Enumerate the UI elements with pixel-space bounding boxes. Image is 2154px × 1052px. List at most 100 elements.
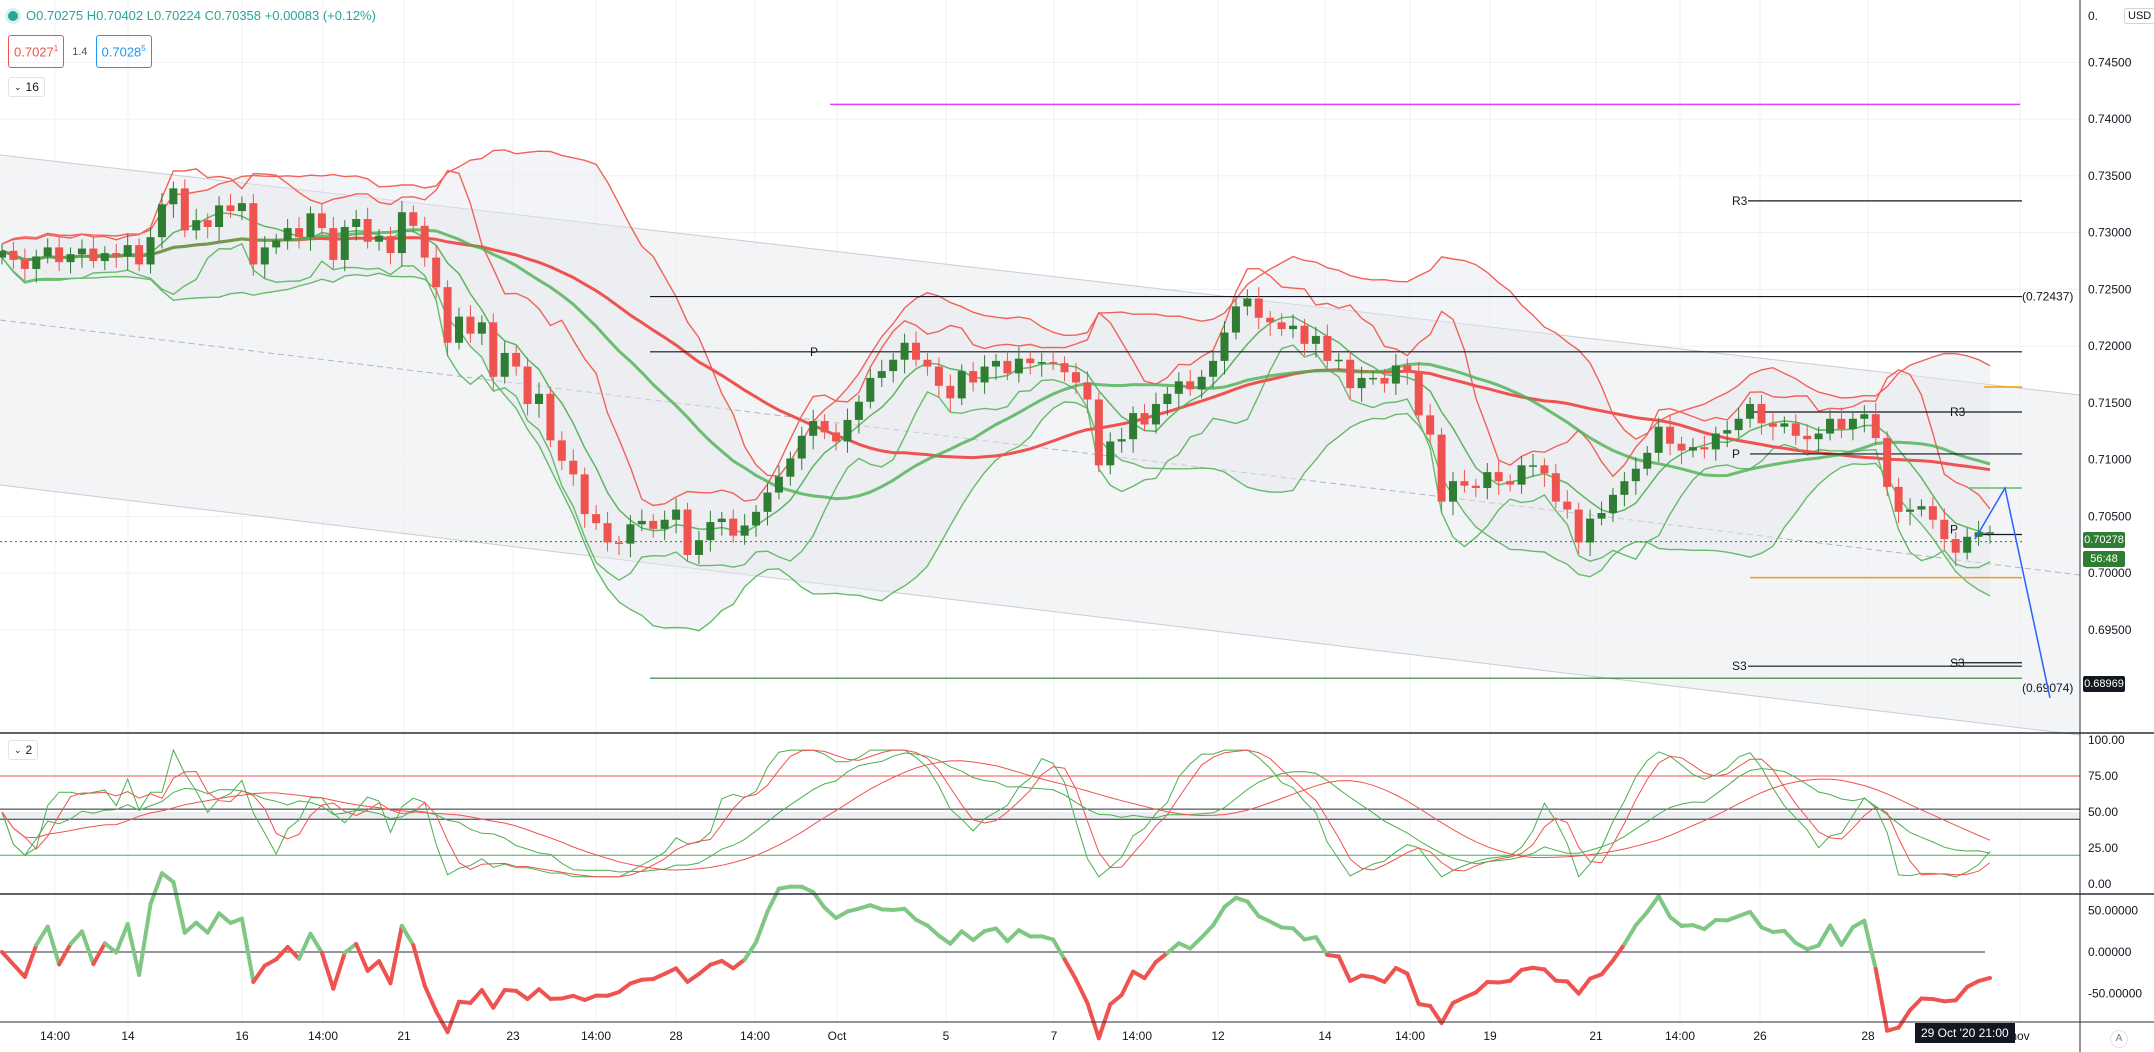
cci-segment bbox=[114, 922, 130, 955]
cci-segment bbox=[1656, 894, 1673, 920]
cci-segment bbox=[1428, 1004, 1444, 1025]
cci-segment bbox=[685, 971, 701, 984]
stoch-toggle-button[interactable]: ⌄ 2 bbox=[8, 740, 39, 760]
time-axis-label: 14:00 bbox=[581, 1029, 611, 1043]
cci-segment bbox=[479, 988, 496, 1010]
ask-pip: 5 bbox=[141, 44, 146, 53]
stochastic-pane bbox=[0, 748, 2080, 878]
cci-segment bbox=[1828, 923, 1844, 947]
candle bbox=[1094, 392, 1103, 473]
sell-button[interactable]: 0.70271 bbox=[8, 35, 65, 69]
candle-body bbox=[55, 247, 64, 263]
cci-segment bbox=[1508, 967, 1524, 983]
candle-body bbox=[455, 316, 464, 343]
spread-value: 1.4 bbox=[72, 45, 88, 58]
cci-segment bbox=[1222, 895, 1238, 909]
cci-segment bbox=[1142, 959, 1158, 981]
candle-body bbox=[1666, 426, 1675, 444]
cci-segment bbox=[1896, 1008, 1913, 1030]
candle-body bbox=[409, 212, 418, 226]
candle-body bbox=[1163, 393, 1172, 405]
candle-body bbox=[157, 204, 166, 238]
candle-body bbox=[637, 520, 646, 525]
price-axis-label: 0.70000 bbox=[2088, 566, 2132, 580]
cci-segment bbox=[1382, 965, 1398, 984]
candle-body bbox=[1563, 501, 1572, 510]
candle-body bbox=[1060, 363, 1069, 373]
time-axis-label: 14:00 bbox=[1395, 1029, 1425, 1043]
candle-body bbox=[820, 421, 829, 433]
auto-scale-button[interactable]: A bbox=[2110, 1030, 2128, 1048]
pivot-right-label: P bbox=[1950, 522, 1958, 536]
cci-segment bbox=[1211, 904, 1227, 928]
indicators-toggle-button[interactable]: ⌄ 16 bbox=[8, 77, 45, 97]
high-value: 0.70402 bbox=[96, 8, 144, 23]
candle-body bbox=[946, 385, 955, 399]
candle-body bbox=[523, 366, 532, 405]
candle-body bbox=[512, 352, 521, 367]
candle-body bbox=[1848, 418, 1857, 429]
change-value: +0.00083 (+0.12%) bbox=[264, 8, 376, 23]
chart-canvas[interactable]: R3(0.72437)P(0.69074)S3R3PS3P 0.745000.7… bbox=[0, 0, 2154, 1052]
cci-segment bbox=[217, 911, 233, 925]
time-axis-label: 14:00 bbox=[40, 1029, 70, 1043]
candle-body bbox=[1289, 325, 1298, 330]
candle-body bbox=[123, 245, 132, 257]
candle-body bbox=[1494, 472, 1503, 482]
candle-body bbox=[694, 540, 703, 555]
cci-segment bbox=[616, 981, 633, 995]
candle bbox=[1437, 427, 1446, 513]
candle-body bbox=[1917, 506, 1926, 510]
candle-body bbox=[1437, 434, 1446, 502]
candle-body bbox=[1037, 362, 1046, 364]
candle-body bbox=[1220, 332, 1229, 361]
pivot-early-label: P bbox=[810, 345, 818, 359]
time-axis-label: 12 bbox=[1211, 1029, 1225, 1043]
cci-segment bbox=[674, 966, 690, 984]
candle-body bbox=[1300, 325, 1309, 344]
candle-body bbox=[672, 509, 681, 520]
candle-body bbox=[1597, 512, 1606, 519]
candle-body bbox=[1654, 426, 1663, 453]
candle-body bbox=[340, 226, 349, 260]
cci-segment bbox=[719, 958, 736, 971]
open-label: O bbox=[26, 8, 37, 23]
candle-body bbox=[912, 342, 921, 360]
cci-segment bbox=[365, 959, 382, 973]
cci-segment bbox=[102, 941, 119, 955]
candle-body bbox=[832, 432, 841, 442]
currency-button[interactable]: USD bbox=[2124, 8, 2154, 24]
candle-body bbox=[752, 511, 761, 526]
ohlc-legend: O0.70275 H0.70402 L0.70224 C0.70358 +0.0… bbox=[8, 8, 376, 23]
time-axis-label: 14 bbox=[121, 1029, 135, 1043]
candle-body bbox=[1643, 452, 1652, 469]
chevron-down-icon: ⌄ bbox=[14, 745, 22, 755]
cci-segment bbox=[1565, 979, 1581, 996]
cci-segment bbox=[1153, 950, 1170, 964]
time-axis-label: 28 bbox=[1861, 1029, 1875, 1043]
candle-body bbox=[1586, 518, 1595, 543]
stoch-axis-label: 25.00 bbox=[2088, 841, 2118, 855]
cci-segment bbox=[971, 929, 987, 943]
candle-body bbox=[1814, 433, 1823, 440]
cci-segment bbox=[205, 911, 222, 935]
candle-body bbox=[226, 205, 235, 212]
candle-body bbox=[477, 322, 486, 334]
time-axis-label: 14:00 bbox=[308, 1029, 338, 1043]
cci-segment bbox=[1816, 923, 1833, 948]
candle-body bbox=[260, 247, 269, 265]
cci-segment bbox=[411, 943, 427, 988]
cci-segment bbox=[1085, 1001, 1101, 1041]
cci-segment bbox=[1119, 969, 1136, 997]
time-axis-label: 14 bbox=[1318, 1029, 1332, 1043]
cci-segment bbox=[91, 941, 107, 967]
cci-segment bbox=[388, 923, 404, 986]
cci-segment bbox=[1405, 971, 1421, 1006]
countdown-tag: 56:48 bbox=[2083, 551, 2125, 567]
candle-body bbox=[432, 257, 441, 288]
candle-body bbox=[1528, 465, 1537, 467]
buy-button[interactable]: 0.70285 bbox=[95, 35, 152, 69]
candle bbox=[249, 194, 258, 276]
cci-segment bbox=[1051, 937, 1067, 962]
cci-segment bbox=[696, 962, 713, 976]
